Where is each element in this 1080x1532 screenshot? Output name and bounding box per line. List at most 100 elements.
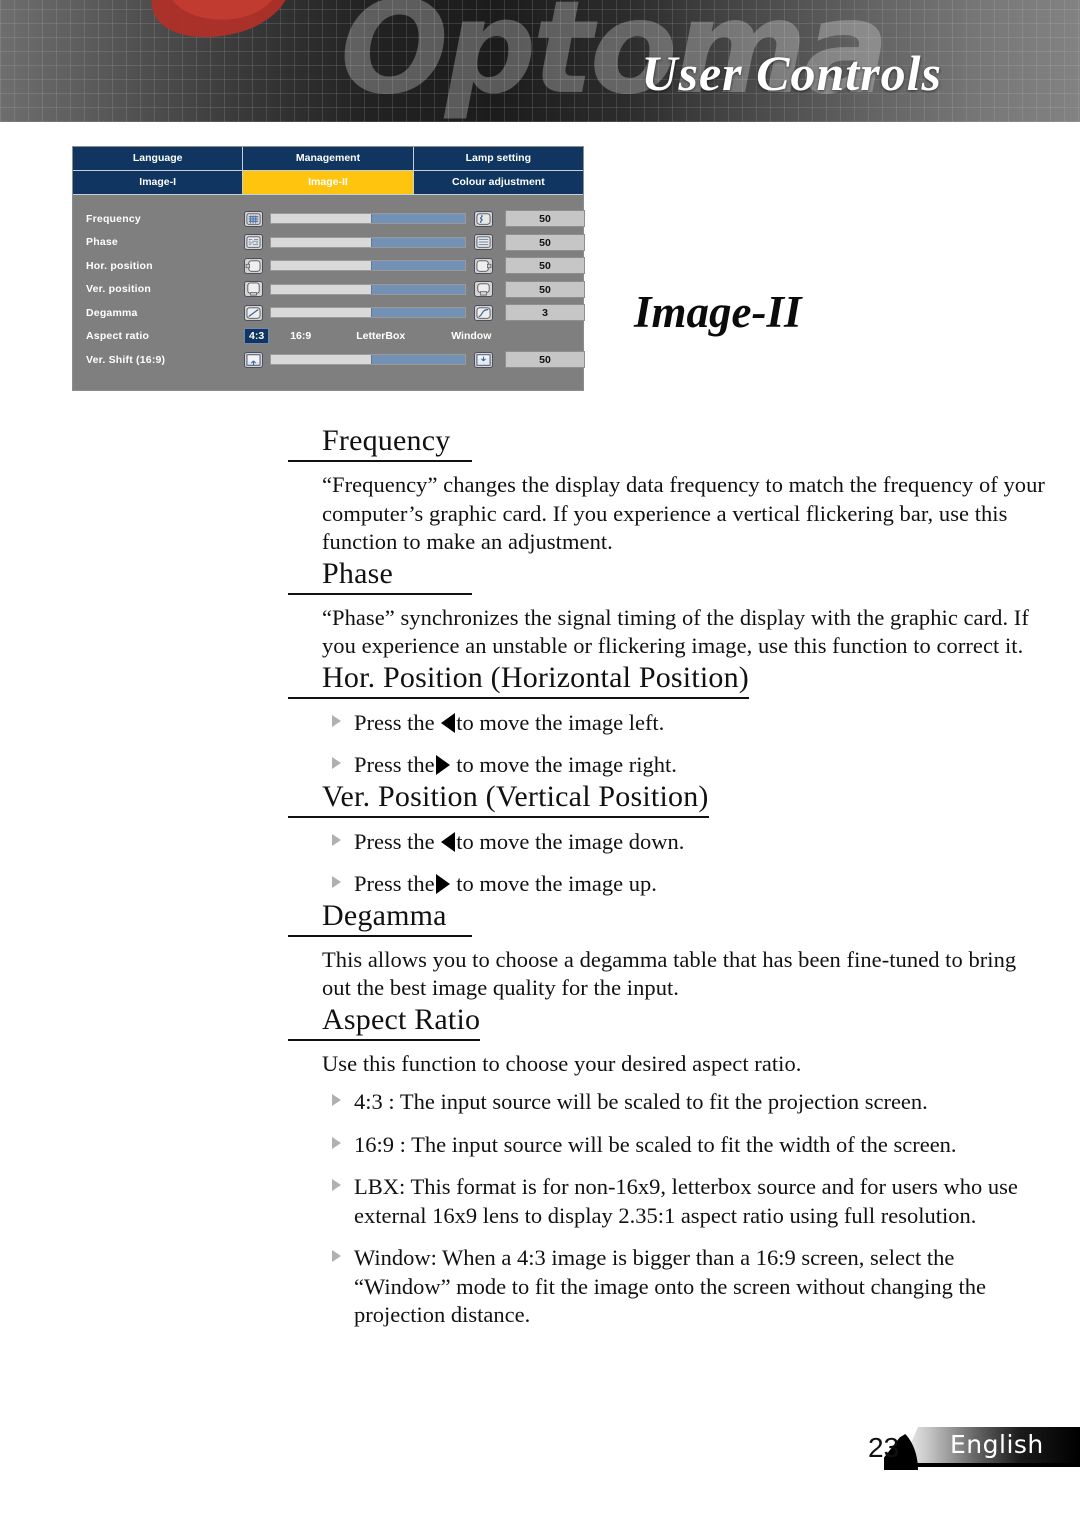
arrow-right-icon <box>435 755 450 775</box>
phase-noise-icon <box>244 234 263 251</box>
osd-label-frequency: Frequency <box>86 212 141 225</box>
shift-up-icon <box>244 281 263 298</box>
list-item: Press the to move the image down. <box>288 828 1048 857</box>
section-heading-frequency: Frequency <box>288 424 472 462</box>
frequency-wave-icon <box>474 210 493 227</box>
bullet-text: 4:3 : The input source will be scaled to… <box>354 1089 928 1114</box>
shift-left-icon <box>244 257 263 274</box>
bullet-list-hor-position: Press the to move the image left. Press … <box>288 709 1048 780</box>
osd-slider-frequency[interactable] <box>270 213 466 225</box>
bullet-text-pre: Press the <box>354 871 435 896</box>
vshift-screen-icon <box>474 351 493 368</box>
bullet-text: Window: When a 4:3 image is bigger than … <box>354 1245 987 1327</box>
list-item: LBX: This format is for non-16x9, letter… <box>288 1173 1048 1230</box>
osd-value-hor-position: 50 <box>505 257 585 275</box>
osd-label-ver-shift: Ver. Shift (16:9) <box>86 353 166 366</box>
osd-row-aspect-ratio: Aspect ratio 4:3 16:9 LetterBox Window <box>73 325 583 349</box>
bullet-text-post: to move the image down. <box>456 828 685 854</box>
bullet-text-pre: Press the <box>354 709 441 735</box>
osd-label-ver-position: Ver. position <box>86 283 152 296</box>
footer-underline <box>888 1463 1080 1467</box>
osd-label-aspect-ratio: Aspect ratio <box>86 330 150 343</box>
osd-row-phase: Phase 50 <box>73 231 585 255</box>
osd-slider-hor-position[interactable] <box>270 260 466 272</box>
list-item: 4:3 : The input source will be scaled to… <box>288 1088 1048 1117</box>
osd-label-phase: Phase <box>86 236 118 249</box>
osd-slider-ver-shift[interactable] <box>270 354 466 366</box>
osd-tab-colour-adjustment[interactable]: Colour adjustment <box>413 171 583 195</box>
osd-tab-image-ii[interactable]: Image-II <box>243 171 414 195</box>
bullet-list-aspect-ratio: 4:3 : The input source will be scaled to… <box>288 1088 1048 1330</box>
list-item: Press the to move the image up. <box>288 870 1048 899</box>
osd-slider-degamma[interactable] <box>270 307 466 319</box>
phase-clear-icon <box>474 234 493 251</box>
section-heading-hor-position: Hor. Position (Horizontal Position) <box>288 661 749 699</box>
section-body-degamma: This allows you to choose a degamma tabl… <box>322 946 1017 1001</box>
osd-tab-image-i[interactable]: Image-I <box>73 171 244 195</box>
shift-down-icon <box>474 281 493 298</box>
bullet-triangle-icon <box>332 833 341 846</box>
bullet-text-pre: Press the <box>354 752 435 777</box>
osd-slider-ver-position[interactable] <box>270 283 466 295</box>
bullet-triangle-icon <box>332 1179 341 1191</box>
bullet-text: LBX: This format is for non-16x9, letter… <box>354 1174 1018 1228</box>
osd-tab-management[interactable]: Management <box>243 147 414 171</box>
gamma-linear-icon <box>244 304 263 321</box>
list-item: 16:9 : The input source will be scaled t… <box>288 1131 1048 1160</box>
section-heading-degamma: Degamma <box>288 899 472 937</box>
bullet-text-post: to move the image right. <box>450 752 677 777</box>
arrow-left-icon <box>441 831 456 852</box>
arrow-right-icon <box>435 874 450 894</box>
osd-row-ver-position: Ver. position 50 <box>73 278 585 302</box>
osd-row-degamma: Degamma 3 <box>73 301 585 325</box>
section-body-phase: “Phase” synchronizes the signal timing o… <box>322 604 1029 659</box>
list-item: Press the to move the image left. <box>288 709 1048 738</box>
bullet-text-pre: Press the <box>354 828 441 854</box>
osd-row-hor-position: Hor. position 50 <box>73 254 585 278</box>
osd-menu: Language Management Lamp setting Image-I… <box>72 146 585 391</box>
bullet-triangle-icon <box>332 757 341 769</box>
osd-option-4-3[interactable]: 4:3 <box>244 328 270 345</box>
bullet-list-ver-position: Press the to move the image down. Press … <box>288 828 1048 899</box>
arrow-left-icon <box>441 712 456 733</box>
osd-option-letterbox[interactable]: LetterBox <box>351 328 410 344</box>
footer-language-label: English <box>950 1430 1044 1459</box>
shift-right-icon <box>474 257 493 274</box>
bullet-triangle-icon <box>332 714 341 727</box>
page-footer: 23 English <box>840 1426 1080 1470</box>
section-body-frequency: “Frequency” changes the display data fre… <box>322 472 1045 554</box>
main-content: Frequency “Frequency” changes the displa… <box>288 424 1048 1330</box>
bullet-triangle-icon <box>332 876 341 888</box>
osd-tab-language[interactable]: Language <box>73 147 244 171</box>
page-number: 23 <box>868 1432 900 1463</box>
osd-value-degamma: 3 <box>505 304 585 322</box>
osd-label-degamma: Degamma <box>86 306 138 319</box>
osd-slider-phase[interactable] <box>270 236 466 248</box>
osd-settings-list: Frequency 50 Phase 50 Hor. position 50 V… <box>73 195 585 390</box>
osd-label-hor-position: Hor. position <box>86 259 153 272</box>
bullet-text-post: to move the image up. <box>450 871 657 896</box>
section-heading-phase: Phase <box>288 557 472 595</box>
osd-aspect-options: 4:3 16:9 LetterBox Window <box>244 328 583 345</box>
page-banner: Optoma User Controls <box>0 0 1080 122</box>
osd-option-window[interactable]: Window <box>446 328 496 344</box>
osd-row-ver-shift: Ver. Shift (16:9) 50 <box>73 348 585 372</box>
bullet-text: 16:9 : The input source will be scaled t… <box>354 1131 957 1157</box>
list-item: Window: When a 4:3 image is bigger than … <box>288 1244 1048 1330</box>
osd-value-ver-position: 50 <box>505 280 585 298</box>
osd-value-frequency: 50 <box>505 210 585 228</box>
osd-tab-row-2: Image-I Image-II Colour adjustment <box>73 171 583 195</box>
list-item: Press the to move the image right. <box>288 751 1048 780</box>
osd-option-16-9[interactable]: 16:9 <box>285 328 316 344</box>
osd-value-phase: 50 <box>505 233 585 251</box>
section-heading-aspect-ratio: Aspect Ratio <box>288 1003 481 1041</box>
gamma-curve-icon <box>474 304 493 321</box>
osd-value-ver-shift: 50 <box>505 351 585 369</box>
bullet-triangle-icon <box>332 1136 341 1149</box>
section-body-aspect-ratio: Use this function to choose your desired… <box>322 1050 802 1076</box>
osd-row-frequency: Frequency 50 <box>73 207 585 231</box>
osd-tab-lamp-setting[interactable]: Lamp setting <box>413 147 583 171</box>
osd-tab-row-1: Language Management Lamp setting <box>73 147 583 171</box>
banner-title: User Controls <box>641 45 942 101</box>
vshift-up-icon <box>244 351 263 368</box>
